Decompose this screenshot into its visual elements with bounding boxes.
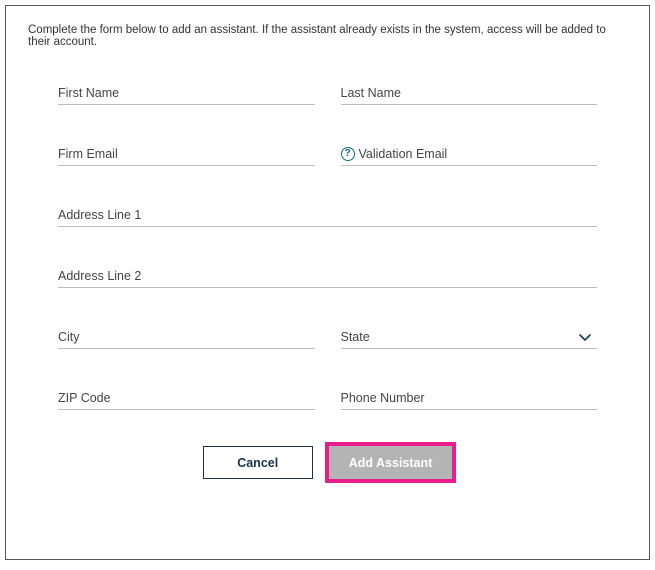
add-assistant-button[interactable]: Add Assistant bbox=[329, 446, 453, 479]
row-zip-phone: ZIP Code Phone Number bbox=[58, 391, 597, 410]
city-underline bbox=[58, 348, 315, 349]
address1-underline bbox=[58, 226, 597, 227]
last-name-underline bbox=[341, 104, 598, 105]
address1-field[interactable]: Address Line 1 bbox=[58, 208, 597, 227]
validation-email-field[interactable]: ? Validation Email bbox=[341, 147, 598, 166]
state-underline bbox=[341, 348, 598, 349]
help-icon[interactable]: ? bbox=[341, 147, 355, 161]
address1-label: Address Line 1 bbox=[58, 208, 597, 226]
add-assistant-panel: Complete the form below to add an assist… bbox=[5, 5, 650, 560]
firm-email-label: Firm Email bbox=[58, 147, 315, 165]
first-name-field[interactable]: First Name bbox=[58, 86, 315, 105]
zip-underline bbox=[58, 409, 315, 410]
phone-field[interactable]: Phone Number bbox=[341, 391, 598, 410]
address2-label: Address Line 2 bbox=[58, 269, 597, 287]
phone-label: Phone Number bbox=[341, 391, 598, 409]
zip-field[interactable]: ZIP Code bbox=[58, 391, 315, 410]
first-name-underline bbox=[58, 104, 315, 105]
last-name-field[interactable]: Last Name bbox=[341, 86, 598, 105]
zip-label: ZIP Code bbox=[58, 391, 315, 409]
address2-underline bbox=[58, 287, 597, 288]
last-name-label: Last Name bbox=[341, 86, 598, 104]
firm-email-underline bbox=[58, 165, 315, 166]
cancel-button[interactable]: Cancel bbox=[203, 446, 313, 479]
firm-email-field[interactable]: Firm Email bbox=[58, 147, 315, 166]
city-label: City bbox=[58, 330, 315, 348]
address2-field[interactable]: Address Line 2 bbox=[58, 269, 597, 288]
first-name-label: First Name bbox=[58, 86, 315, 104]
row-email: Firm Email ? Validation Email bbox=[58, 147, 597, 166]
row-address1: Address Line 1 bbox=[58, 208, 597, 227]
button-row: Cancel Add Assistant bbox=[58, 446, 597, 479]
row-name: First Name Last Name bbox=[58, 86, 597, 105]
state-label: State bbox=[341, 330, 598, 348]
validation-email-underline bbox=[341, 165, 598, 166]
phone-underline bbox=[341, 409, 598, 410]
instruction-text: Complete the form below to add an assist… bbox=[28, 24, 627, 48]
city-field[interactable]: City bbox=[58, 330, 315, 349]
form: First Name Last Name Firm Email ? Valida… bbox=[28, 86, 627, 479]
row-city-state: City State bbox=[58, 330, 597, 349]
state-field[interactable]: State bbox=[341, 330, 598, 349]
row-address2: Address Line 2 bbox=[58, 269, 597, 288]
validation-email-label: Validation Email bbox=[359, 147, 448, 161]
